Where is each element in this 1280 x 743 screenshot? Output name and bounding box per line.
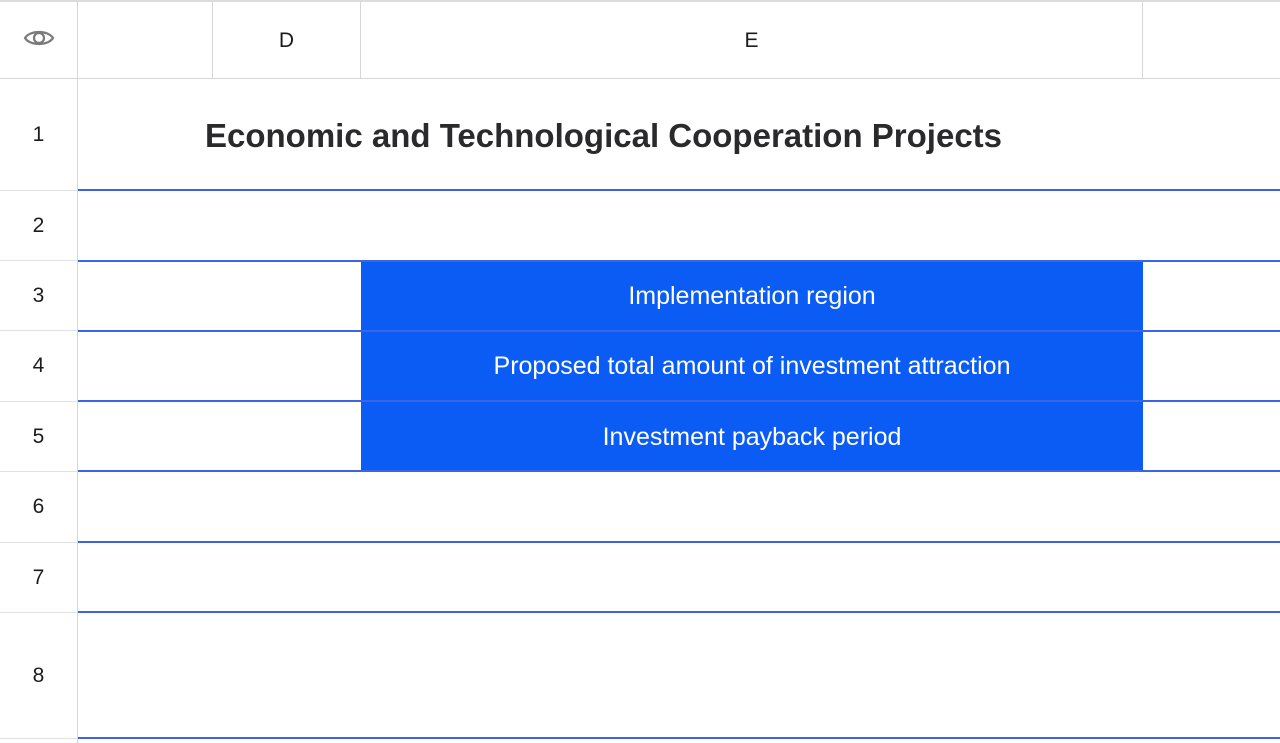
row-number: 7 <box>32 565 45 589</box>
visibility-toggle[interactable] <box>0 2 78 79</box>
row-number: 6 <box>32 495 45 518</box>
row-header-8[interactable]: 8 <box>0 613 78 739</box>
spreadsheet: D E 1 2 3 4 5 6 7 8 Economic and Technol… <box>0 0 1280 743</box>
cell-e5[interactable]: Investment payback period <box>361 402 1143 472</box>
sheet-title: Economic and Technological Cooperation P… <box>205 117 1003 154</box>
row-number: 2 <box>32 213 45 237</box>
row-header-2[interactable]: 2 <box>0 191 78 261</box>
row-number: 5 <box>32 424 45 448</box>
row-border-2 <box>78 260 1280 262</box>
row-header-1[interactable]: 1 <box>0 79 78 191</box>
cell-text: Proposed total amount of investment attr… <box>493 352 1011 380</box>
column-header-f[interactable] <box>1143 2 1280 79</box>
eye-icon <box>23 27 55 54</box>
cell-e4[interactable]: Proposed total amount of investment attr… <box>361 331 1143 402</box>
row-border-6 <box>78 541 1280 543</box>
column-header-d[interactable]: D <box>213 2 361 79</box>
row-header-7[interactable]: 7 <box>0 543 78 613</box>
row-border-7 <box>78 611 1280 613</box>
row-number: 8 <box>32 663 45 687</box>
column-header-bar: D E <box>0 0 1280 79</box>
cell-e3[interactable]: Implementation region <box>361 261 1143 331</box>
row-header-9 <box>0 739 78 743</box>
cell-text: Implementation region <box>628 281 876 310</box>
row-header-4[interactable]: 4 <box>0 331 78 402</box>
row-header-5[interactable]: 5 <box>0 402 78 472</box>
row-border-3 <box>78 330 1280 332</box>
column-label: E <box>744 28 759 52</box>
row-header-3[interactable]: 3 <box>0 261 78 331</box>
row-header-6[interactable]: 6 <box>0 472 78 543</box>
column-label: D <box>278 28 295 52</box>
cell-text: Investment payback period <box>602 422 902 451</box>
row-number: 3 <box>32 283 45 307</box>
row-border-1 <box>78 189 1280 191</box>
row-border-4 <box>78 400 1280 402</box>
column-header-e[interactable]: E <box>361 2 1143 79</box>
row-number: 1 <box>32 122 45 146</box>
row-border-5 <box>78 470 1280 472</box>
column-header-c[interactable] <box>78 2 213 79</box>
row-number: 4 <box>32 354 45 377</box>
row-border-8 <box>78 737 1280 739</box>
